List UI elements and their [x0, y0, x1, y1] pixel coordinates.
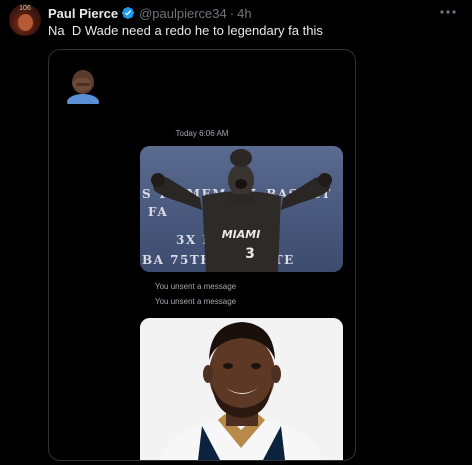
author-display-name[interactable]: Paul Pierce: [48, 6, 118, 21]
unsent-message-notice: You unsent a message: [155, 282, 237, 291]
statue-jersey-number: 3: [245, 246, 255, 262]
more-options-icon[interactable]: [438, 5, 458, 19]
statue-illustration: S TH MEM IAL BASKET FA 3X PION BA 75TH I…: [140, 146, 343, 272]
plaque-line-2: FA: [148, 205, 168, 219]
statue-jersey-text: MIAMI: [222, 228, 261, 241]
avatar-face: [18, 14, 33, 31]
attached-screenshot[interactable]: Today 6:06 AM S TH MEM IAL BASKET FA 3X …: [48, 49, 356, 461]
author-handle[interactable]: @paulpierce34: [139, 6, 227, 21]
header-separator: ·: [229, 5, 235, 21]
author-avatar[interactable]: 106: [9, 4, 41, 36]
facepalm-emoji-avatar: [64, 66, 102, 104]
tweet-timestamp[interactable]: 4h: [237, 6, 251, 21]
player-illustration: [140, 318, 343, 460]
avatar-caption: 106: [19, 5, 31, 12]
unsent-message-notice: You unsent a message: [155, 297, 237, 306]
statue-photo[interactable]: S TH MEM IAL BASKET FA 3X PION BA 75TH I…: [140, 146, 343, 272]
dm-timestamp: Today 6:06 AM: [175, 129, 229, 138]
player-headshot-photo[interactable]: [140, 318, 343, 460]
tweet-header: Paul Pierce @paulpierce34 · 4h: [48, 4, 252, 22]
tweet[interactable]: 106 Paul Pierce @paulpierce34 · 4h Na D …: [0, 0, 472, 465]
tweet-text: Na D Wade need a redo he to legendary fa…: [48, 23, 323, 38]
verified-badge-icon: [122, 7, 135, 19]
